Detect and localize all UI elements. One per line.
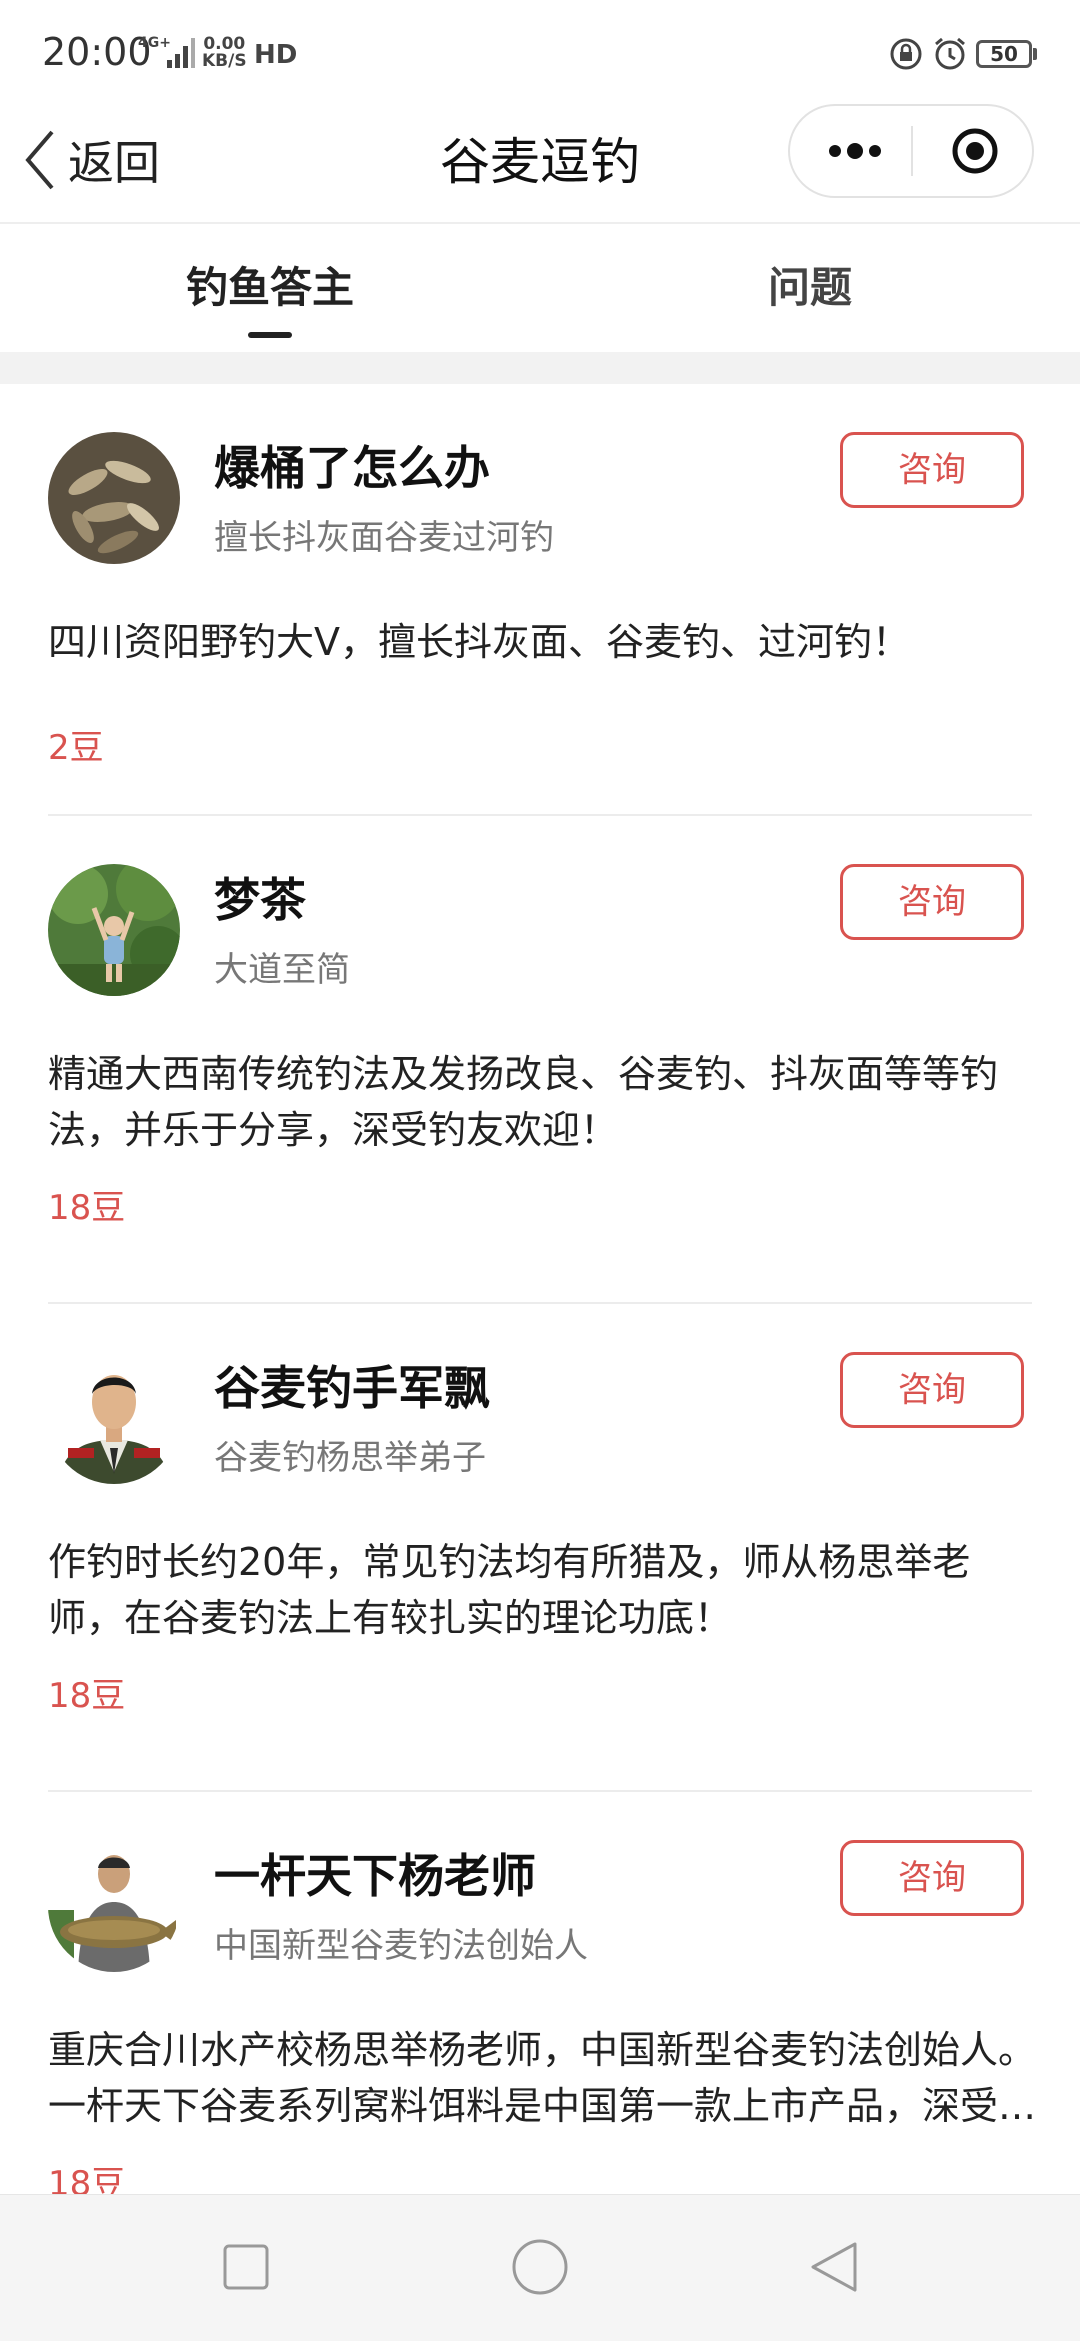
expert-description: 作钓时长约20年，常见钓法均有所猎及，师从杨思举老师，在谷麦钓法上有较扎实的理论…	[48, 1540, 971, 1640]
battery-tip	[1033, 48, 1037, 60]
tab-questions[interactable]: 问题	[540, 254, 1080, 315]
expert-card[interactable]: 一杆天下杨老师 中国新型谷麦钓法创始人 咨询 重庆合川水产校杨思举杨老师，中国新…	[0, 1792, 1080, 2194]
man-with-fish-avatar-icon	[48, 1840, 180, 1972]
expert-subtitle: 中国新型谷麦钓法创始人	[214, 1926, 588, 1966]
section-gap	[0, 352, 1080, 384]
status-time: 20:00	[42, 30, 152, 74]
uniform-portrait-avatar-icon	[48, 1352, 180, 1484]
more-dots-icon	[829, 143, 881, 159]
consult-button[interactable]: 咨询	[840, 1840, 1024, 1916]
hd-indicator: HD	[254, 40, 298, 70]
expert-name: 一杆天下杨老师	[214, 1849, 536, 1903]
expert-card[interactable]: 梦茶 大道至简 咨询 精通大西南传统钓法及发扬改良、谷麦钓、抖灰面等等钓法，并乐…	[0, 816, 1080, 1304]
capsule-divider	[911, 126, 913, 176]
alarm-icon	[935, 37, 965, 70]
close-mini-program-button[interactable]	[930, 106, 1020, 196]
child-tree-avatar-icon	[48, 864, 180, 996]
expert-price: 2豆	[48, 728, 104, 768]
circle-icon	[512, 2239, 568, 2295]
speed-unit: KB/S	[202, 51, 247, 71]
target-close-icon	[952, 128, 998, 174]
expert-subtitle: 擅长抖灰面谷麦过河钓	[214, 518, 554, 558]
square-icon	[223, 2244, 269, 2290]
status-bar: 20:00 4G+ 0.00 KB/S HD 50	[0, 0, 1080, 100]
consult-button[interactable]: 咨询	[840, 864, 1024, 940]
expert-subtitle: 谷麦钓杨思举弟子	[214, 1438, 486, 1478]
rotation-lock-icon	[890, 38, 922, 70]
more-button[interactable]	[810, 106, 900, 196]
expert-price: 18豆	[48, 2164, 126, 2194]
expert-price: 18豆	[48, 1188, 126, 1228]
consult-button[interactable]: 咨询	[840, 432, 1024, 508]
system-back-button[interactable]	[792, 2225, 876, 2309]
network-speed: 0.00 KB/S	[202, 36, 247, 70]
triangle-back-icon	[811, 2242, 857, 2292]
active-tab-indicator	[248, 332, 292, 338]
expert-description: 精通大西南传统钓法及发扬改良、谷麦钓、抖灰面等等钓法，并乐于分享，深受钓友欢迎！	[48, 1052, 999, 1152]
consult-button[interactable]: 咨询	[840, 1352, 1024, 1428]
signal-icon	[167, 38, 195, 68]
expert-name: 梦茶	[214, 873, 306, 927]
expert-description: 四川资阳野钓大V，擅长抖灰面、谷麦钓、过河钓！	[48, 620, 910, 664]
home-button[interactable]	[498, 2225, 582, 2309]
expert-subtitle: 大道至简	[214, 950, 350, 990]
battery-icon: 50	[976, 40, 1032, 68]
recent-apps-button[interactable]	[204, 2225, 288, 2309]
expert-card[interactable]: 谷麦钓手军飘 谷麦钓杨思举弟子 咨询 作钓时长约20年，常见钓法均有所猎及，师从…	[0, 1304, 1080, 1792]
expert-price: 18豆	[48, 1676, 126, 1716]
expert-list[interactable]: 爆桶了怎么办 擅长抖灰面谷麦过河钓 咨询 四川资阳野钓大V，擅长抖灰面、谷麦钓、…	[0, 384, 1080, 2194]
tab-bar: 钓鱼答主 问题	[0, 224, 1080, 352]
expert-card[interactable]: 爆桶了怎么办 擅长抖灰面谷麦过河钓 咨询 四川资阳野钓大V，擅长抖灰面、谷麦钓、…	[0, 384, 1080, 872]
mini-program-capsule	[788, 104, 1034, 198]
expert-description: 重庆合川水产校杨思举杨老师，中国新型谷麦钓法创始人。一杆天下谷麦系列窝料饵料是中…	[48, 2028, 1037, 2128]
expert-name: 谷麦钓手军飘	[214, 1361, 490, 1415]
expert-name: 爆桶了怎么办	[214, 441, 490, 495]
nav-bar: 返回 谷麦逗钓	[0, 100, 1080, 224]
fish-pile-avatar-icon	[48, 432, 180, 564]
tab-experts[interactable]: 钓鱼答主	[0, 254, 540, 315]
system-nav-bar	[0, 2194, 1080, 2341]
